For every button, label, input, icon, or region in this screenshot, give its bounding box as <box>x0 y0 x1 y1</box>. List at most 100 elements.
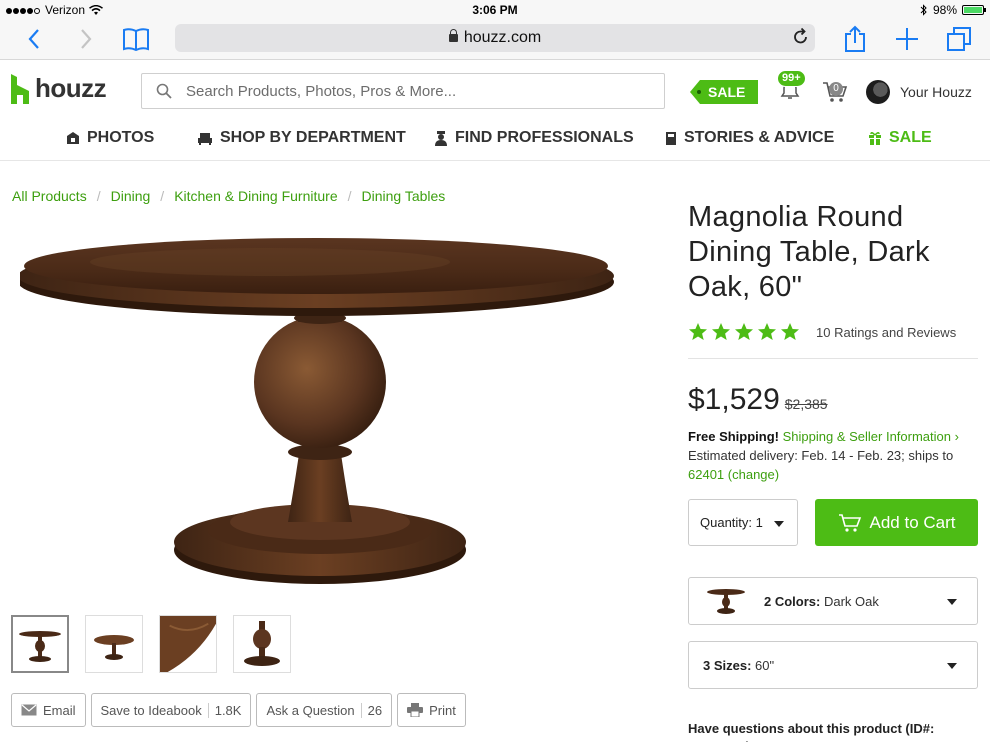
chevron-down-icon <box>947 663 957 669</box>
houzz-logo[interactable]: houzz <box>11 73 107 104</box>
nav-sale[interactable]: SALE <box>868 129 932 147</box>
notification-badge: 99+ <box>777 70 806 87</box>
breadcrumb-separator: / <box>347 188 352 204</box>
delivery-estimate: Estimated delivery: Feb. 14 - Feb. 23; s… <box>688 448 954 463</box>
breadcrumb-dining[interactable]: Dining <box>111 188 151 204</box>
color-swatch-thumbnail <box>707 589 745 614</box>
sofa-icon <box>198 133 212 145</box>
plus-icon <box>896 28 918 50</box>
book-icon <box>123 28 149 51</box>
thumbnail-3[interactable] <box>159 615 217 673</box>
tabs-button[interactable] <box>944 24 974 54</box>
share-icon <box>845 25 865 52</box>
breadcrumb-separator: / <box>96 188 101 204</box>
thumbnail-4[interactable] <box>233 615 291 673</box>
search-icon <box>156 83 172 104</box>
nav-photos[interactable]: PHOTOS <box>66 129 154 147</box>
product-main-image[interactable] <box>20 222 620 592</box>
save-to-ideabook-button[interactable]: Save to Ideabook 1.8K <box>90 693 252 727</box>
tabs-icon <box>947 27 971 51</box>
breadcrumb-dining-tables[interactable]: Dining Tables <box>362 188 446 204</box>
url-text: houzz.com <box>463 29 542 46</box>
breadcrumb: All Products / Dining / Kitchen & Dining… <box>12 188 445 204</box>
chevron-right-icon <box>81 29 92 49</box>
size-select[interactable]: 3 Sizes: 60" <box>688 641 978 689</box>
star-icon <box>758 323 776 340</box>
thumbnail-1[interactable] <box>11 615 69 673</box>
avatar[interactable] <box>866 80 890 104</box>
chevron-down-icon <box>774 521 784 527</box>
zip-code-link[interactable]: 62401 <box>688 467 724 482</box>
divider <box>688 358 978 359</box>
main-nav: PHOTOS SHOP BY DEPARTMENT FIND PROFESSIO… <box>0 119 990 161</box>
cart-icon <box>838 513 861 532</box>
ask-question-button[interactable]: Ask a Question 26 <box>256 693 393 727</box>
reload-icon <box>794 27 807 44</box>
battery-info: 98% <box>920 3 986 17</box>
site-header: houzz SALE 99+ 0 Your Houzz <box>0 61 990 119</box>
star-icon <box>712 323 730 340</box>
search-box <box>141 73 665 109</box>
current-price: $1,529 <box>688 383 780 416</box>
shipping-seller-info-link[interactable]: Shipping & Seller Information › <box>783 429 959 444</box>
forward-button[interactable] <box>74 24 98 54</box>
thumbnail-strip <box>11 615 291 673</box>
back-button[interactable] <box>22 24 46 54</box>
chevron-left-icon <box>28 29 39 49</box>
product-title: Magnolia Round Dining Table, Dark Oak, 6… <box>688 201 930 303</box>
share-button[interactable] <box>840 24 870 54</box>
rating-stars <box>688 322 800 342</box>
notifications-button[interactable]: 99+ <box>777 70 806 105</box>
battery-icon <box>962 5 986 15</box>
breadcrumb-kitchen-dining-furniture[interactable]: Kitchen & Dining Furniture <box>174 188 337 204</box>
book-icon <box>666 131 676 145</box>
question-count: 26 <box>360 702 382 718</box>
address-bar[interactable]: houzz.com <box>175 24 815 52</box>
search-input[interactable] <box>186 74 656 108</box>
save-count: 1.8K <box>207 702 241 718</box>
rating-count[interactable]: 10 Ratings and Reviews <box>816 325 956 340</box>
shipping-info: Free Shipping! Shipping & Seller Informa… <box>688 427 978 484</box>
cart-count-badge: 0 <box>829 82 843 96</box>
print-button[interactable]: Print <box>397 693 466 727</box>
change-zip-link[interactable]: (change) <box>728 467 779 482</box>
chevron-right-icon: › <box>954 429 959 444</box>
email-button[interactable]: Email <box>11 693 86 727</box>
printer-icon <box>407 703 424 717</box>
photos-icon <box>67 132 79 144</box>
nav-shop-by-department[interactable]: SHOP BY DEPARTMENT <box>197 129 406 147</box>
product-actions: Email Save to Ideabook 1.8K Ask a Questi… <box>11 693 466 727</box>
star-icon <box>781 323 799 340</box>
bookmarks-button[interactable] <box>120 24 152 54</box>
bluetooth-icon <box>920 4 927 16</box>
gift-icon <box>869 131 881 145</box>
product-rating[interactable]: 10 Ratings and Reviews <box>688 322 956 342</box>
houzz-logo-icon <box>11 73 29 104</box>
sale-tag-button[interactable]: SALE <box>690 80 758 104</box>
nav-find-professionals[interactable]: FIND PROFESSIONALS <box>434 129 634 147</box>
add-to-cart-button[interactable]: Add to Cart <box>815 499 978 546</box>
thumbnail-2[interactable] <box>85 615 143 673</box>
new-tab-button[interactable] <box>892 24 922 54</box>
envelope-icon <box>21 704 37 716</box>
professional-icon <box>435 131 447 146</box>
reload-button[interactable] <box>793 27 809 50</box>
chevron-down-icon <box>947 599 957 605</box>
product-questions-text: Have questions about this product (ID#: … <box>688 721 935 742</box>
account-link[interactable]: Your Houzz <box>900 84 972 100</box>
color-select[interactable]: 2 Colors: Dark Oak <box>688 577 978 625</box>
breadcrumb-all-products[interactable]: All Products <box>12 188 87 204</box>
free-shipping-label: Free Shipping! <box>688 429 779 444</box>
price-block: $1,529 $2,385 <box>688 383 828 417</box>
logo-text: houzz <box>35 73 107 103</box>
battery-percent: 98% <box>932 3 957 17</box>
browser-toolbar: houzz.com <box>0 20 990 60</box>
quantity-select[interactable]: Quantity: 1 <box>688 499 798 546</box>
status-bar: Verizon 3:06 PM 98% <box>0 0 990 20</box>
clock: 3:06 PM <box>472 3 518 17</box>
star-icon <box>735 323 753 340</box>
lock-icon <box>448 29 458 42</box>
nav-stories-advice[interactable]: STORIES & ADVICE <box>665 129 834 147</box>
star-icon <box>689 323 707 340</box>
original-price: $2,385 <box>784 396 828 412</box>
